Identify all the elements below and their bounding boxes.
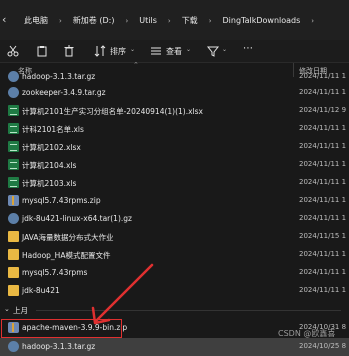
annotation-arrow-icon (91, 263, 154, 325)
watermark: CSDN @欧鑫喜 (278, 329, 336, 338)
